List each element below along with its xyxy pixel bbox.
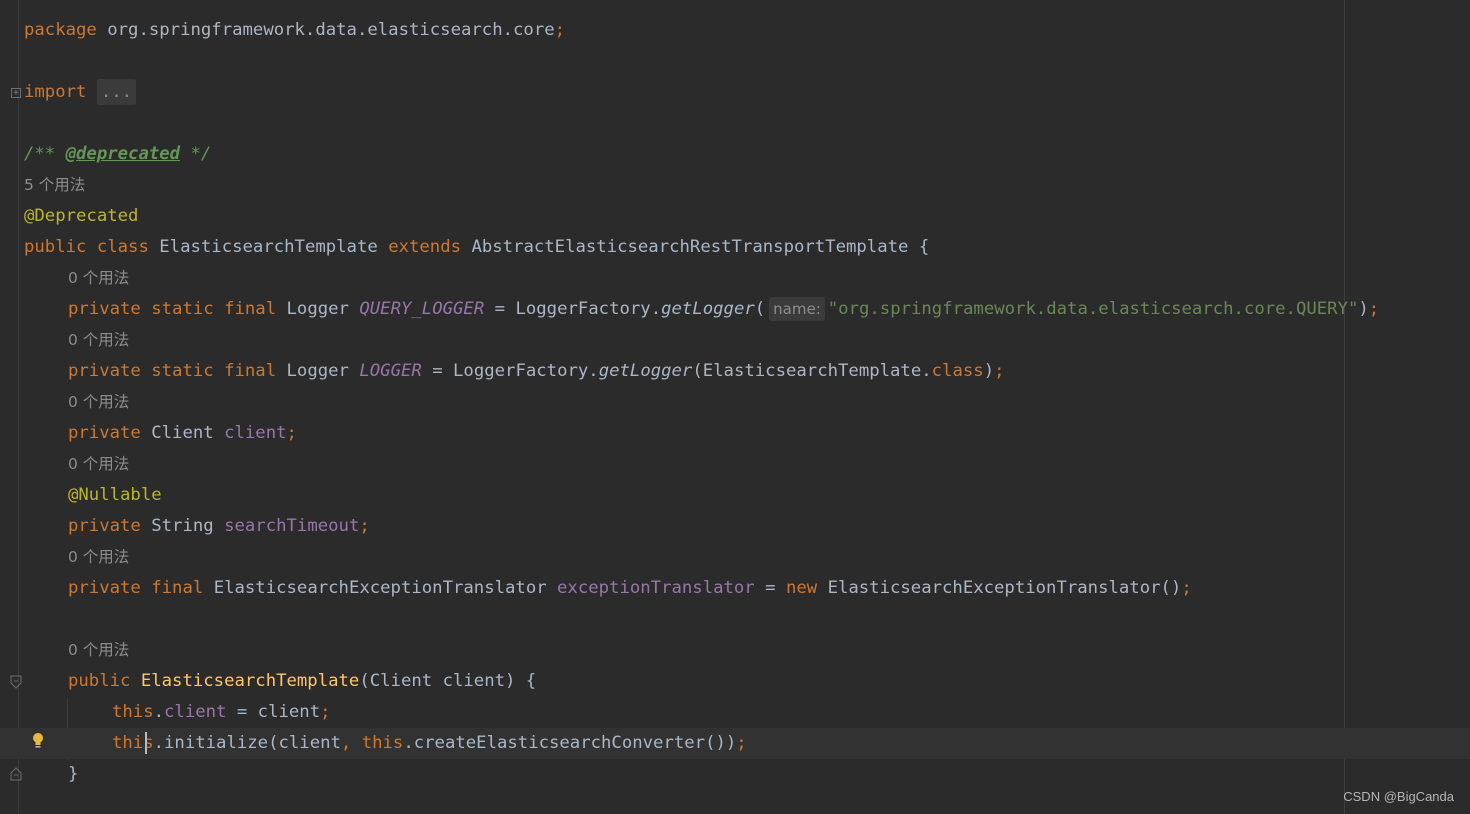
constructor-name: ElasticsearchTemplate [140,671,360,691]
type-name: Client [151,423,214,443]
type-name: Logger [286,361,349,381]
usages-hint-text: 0 个用法 [68,455,130,473]
code-line-search-timeout[interactable]: private String searchTimeout; [0,511,1470,542]
class-ref: ElasticsearchTemplate. [702,361,932,381]
keyword: static [151,361,214,381]
class-name: ElasticsearchTemplate [159,237,378,257]
import-fold-placeholder[interactable]: ... [96,79,137,105]
field-name: client [224,423,287,443]
code-line-annotation-deprecated[interactable]: @Deprecated [0,201,1470,232]
usages-hint[interactable]: 0 个用法 [0,325,1470,356]
keyword: private [68,516,141,536]
field-name: searchTimeout [224,516,360,536]
code-line-exception-translator[interactable]: private final ElasticsearchExceptionTran… [0,573,1470,604]
type-name: String [151,516,214,536]
code-line-javadoc[interactable]: /** @deprecated */ [0,139,1470,170]
usages-hint[interactable]: 0 个用法 [0,387,1470,418]
usages-hint-text: 0 个用法 [68,548,130,566]
keyword: this [112,733,154,753]
code-line-import[interactable]: import ... [0,77,1470,108]
keyword: final [151,578,204,598]
type-name: Logger [286,299,349,319]
keyword: private [68,299,141,319]
usages-hint-text: 0 个用法 [68,269,130,287]
super-class-name: AbstractElasticsearchRestTransportTempla… [471,237,909,257]
static-method: getLogger [661,299,755,319]
code-editor[interactable]: + package org.springframework.data.elast… [0,0,1470,814]
keyword: public [24,237,87,257]
usages-hint-text: 0 个用法 [68,641,130,659]
static-field: LOGGER [359,361,422,381]
keyword: this [112,702,154,722]
keyword: class [931,361,984,381]
code-line-initialize-current[interactable]: this.initialize(client, this.createElast… [0,728,1470,759]
usages-hint[interactable]: 0 个用法 [0,449,1470,480]
code-line-close-brace[interactable]: } [0,759,1470,790]
usages-hint[interactable]: 0 个用法 [0,263,1470,294]
keyword: final [224,361,277,381]
annotation: @Deprecated [24,206,139,226]
package-name: org.springframework.data.elasticsearch.c… [107,20,555,40]
doc-comment-open: /** [24,144,66,164]
usages-hint-text: 0 个用法 [68,393,130,411]
usages-hint-text: 0 个用法 [68,331,130,349]
code-line-class-declaration[interactable]: public class ElasticsearchTemplate exten… [0,232,1470,263]
keyword: public [68,671,131,691]
usages-hint[interactable]: 0 个用法 [0,542,1470,573]
keyword: extends [388,237,462,257]
code-line-package[interactable]: package org.springframework.data.elastic… [0,15,1470,46]
code-line-annotation-nullable[interactable]: @Nullable [0,480,1470,511]
keyword: private [68,578,141,598]
code-line-client-field[interactable]: private Client client; [0,418,1470,449]
text-caret [145,732,147,754]
assignment: = client [226,702,321,722]
watermark: CSDN @BigCanda [1343,789,1454,804]
keyword: new [785,578,818,598]
keyword: static [151,299,214,319]
method-call: .initialize(client [153,733,341,753]
doc-tag-deprecated[interactable]: @deprecated [66,144,180,164]
keyword: private [68,423,141,443]
type-name: ElasticsearchExceptionTranslator [213,578,547,598]
field-name: exceptionTranslator [557,578,755,598]
annotation: @Nullable [68,485,162,505]
brace: { [918,237,930,257]
method-call: .createElasticsearchConverter()) [403,733,737,753]
keyword: class [96,237,149,257]
keyword: private [68,361,141,381]
usages-hint[interactable]: 5 个用法 [0,170,1470,201]
type-name: ElasticsearchExceptionTranslator [827,578,1161,598]
parameter-hint: name: [769,297,825,321]
doc-comment-close: */ [180,144,212,164]
class-ref: LoggerFactory. [453,361,599,381]
keyword: this [361,733,404,753]
field-name: client [164,702,227,722]
keyword: final [224,299,277,319]
usages-hint[interactable]: 0 个用法 [0,635,1470,666]
keyword: package [24,20,97,40]
string-literal: "org.springframework.data.elasticsearch.… [827,299,1359,319]
usages-hint-text: 5 个用法 [24,176,86,194]
class-ref: LoggerFactory. [515,299,662,319]
code-line-query-logger[interactable]: private static final Logger QUERY_LOGGER… [0,294,1470,325]
code-line-constructor[interactable]: public ElasticsearchTemplate(Client clie… [0,666,1470,697]
keyword: import [24,82,87,102]
static-method: getLogger [598,361,693,381]
brace: } [68,764,79,784]
static-field: QUERY_LOGGER [359,299,485,319]
code-line-logger[interactable]: private static final Logger LOGGER = Log… [0,356,1470,387]
lightbulb-icon[interactable] [30,731,46,751]
code-line-assign-client[interactable]: this.client = client; [0,697,1470,728]
constructor-params: (Client client) { [359,671,537,691]
